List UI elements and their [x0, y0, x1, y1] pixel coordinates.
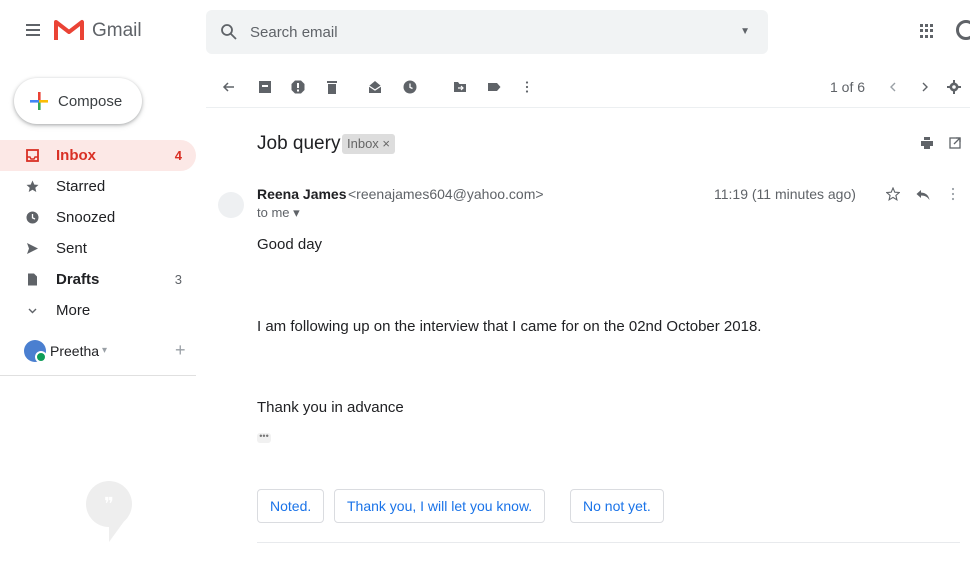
- svg-text:❞: ❞: [104, 494, 114, 515]
- delete-icon[interactable]: [325, 80, 339, 94]
- search-icon[interactable]: [220, 23, 238, 41]
- chevron-down-icon: [28, 308, 37, 314]
- sidebar-item-label: Snoozed: [56, 209, 116, 226]
- more-vert-icon[interactable]: [520, 80, 534, 94]
- email-subject: Job query: [257, 133, 341, 154]
- inbox-icon: [26, 149, 39, 162]
- avatar[interactable]: [24, 340, 47, 363]
- app-name[interactable]: Gmail: [92, 20, 142, 42]
- sidebar-item-more[interactable]: More: [0, 295, 196, 326]
- unread-count: 4: [174, 148, 182, 163]
- recipient-details-toggle[interactable]: to me ▾: [257, 205, 300, 221]
- draft-icon: [28, 273, 37, 286]
- mark-unread-icon[interactable]: [368, 80, 382, 94]
- sidebar-item-label: More: [56, 302, 91, 319]
- sender-name[interactable]: Reena James: [257, 186, 347, 202]
- print-icon[interactable]: [921, 137, 933, 149]
- draft-count: 3: [174, 272, 182, 287]
- sidebar-item-snoozed[interactable]: Snoozed: [0, 202, 196, 233]
- chevron-down-icon[interactable]: ▾: [102, 345, 107, 356]
- email-body-line: I am following up on the interview that …: [257, 318, 762, 335]
- main-menu-icon[interactable]: [26, 24, 40, 36]
- older-chevron-icon[interactable]: [918, 80, 932, 94]
- search-bar[interactable]: ▼: [206, 10, 768, 54]
- plus-icon: [30, 92, 48, 110]
- message-toolbar: 1 of 6: [206, 66, 970, 108]
- sidebar-item-starred[interactable]: Starred: [0, 171, 196, 202]
- smart-reply-button[interactable]: No not yet.: [570, 489, 664, 523]
- open-in-new-window-icon[interactable]: [949, 137, 961, 149]
- sender-email: <reenajames604@yahoo.com>: [348, 186, 544, 202]
- more-vert-icon[interactable]: [951, 187, 955, 201]
- show-trimmed-content-button[interactable]: •••: [257, 432, 271, 443]
- message-divider: [257, 542, 960, 543]
- sidebar-item-label: Sent: [56, 240, 87, 257]
- star-icon[interactable]: [886, 187, 900, 201]
- top-bar: Gmail ▼: [0, 0, 970, 62]
- hangouts-quote-icon[interactable]: ❞: [85, 480, 133, 544]
- report-spam-icon[interactable]: [291, 80, 305, 94]
- message-timestamp: 11:19 (11 minutes ago): [714, 186, 856, 202]
- clock-icon: [26, 211, 39, 224]
- search-input[interactable]: [250, 22, 710, 42]
- snooze-icon[interactable]: [403, 80, 417, 94]
- sidebar-item-sent[interactable]: Sent: [0, 233, 196, 264]
- account-icon[interactable]: [956, 20, 970, 40]
- star-icon: [26, 180, 39, 192]
- move-to-icon[interactable]: [453, 80, 467, 94]
- gmail-logo-icon[interactable]: [54, 18, 84, 42]
- smart-reply-button[interactable]: Noted.: [257, 489, 325, 523]
- settings-gear-icon[interactable]: [947, 80, 961, 94]
- search-options-icon[interactable]: ▼: [740, 26, 750, 37]
- add-contact-icon[interactable]: +: [175, 340, 186, 361]
- compose-button[interactable]: Compose: [14, 78, 142, 124]
- inbox-label-chip[interactable]: Inbox ×: [342, 134, 396, 154]
- apps-grid-icon[interactable]: [920, 24, 934, 38]
- sender-avatar[interactable]: [218, 192, 244, 218]
- sidebar-item-label: Drafts: [56, 271, 100, 288]
- sidebar-item-label: Starred: [56, 178, 106, 195]
- sidebar-item-inbox[interactable]: Inbox 4: [0, 140, 196, 171]
- sidebar-item-label: Inbox: [56, 147, 96, 164]
- email-body-line: Thank you in advance: [257, 399, 404, 416]
- reply-icon[interactable]: [916, 189, 930, 201]
- archive-icon[interactable]: [258, 80, 272, 94]
- email-body-line: Good day: [257, 236, 323, 253]
- send-icon: [27, 243, 38, 254]
- sidebar-nav: Inbox 4 Starred Snoozed Sent Drafts 3 Mo…: [0, 140, 196, 326]
- pagination-count: 1 of 6: [830, 79, 866, 95]
- sidebar-item-drafts[interactable]: Drafts 3: [0, 264, 196, 295]
- smart-reply-button[interactable]: Thank you, I will let you know.: [334, 489, 546, 523]
- hangouts-user[interactable]: Preetha ▾ +: [0, 334, 196, 376]
- hangouts-user-name[interactable]: Preetha: [50, 343, 99, 359]
- label-icon[interactable]: [487, 80, 501, 94]
- newer-chevron-icon[interactable]: [886, 80, 900, 94]
- compose-label: Compose: [58, 93, 123, 110]
- back-arrow-icon[interactable]: [222, 80, 236, 94]
